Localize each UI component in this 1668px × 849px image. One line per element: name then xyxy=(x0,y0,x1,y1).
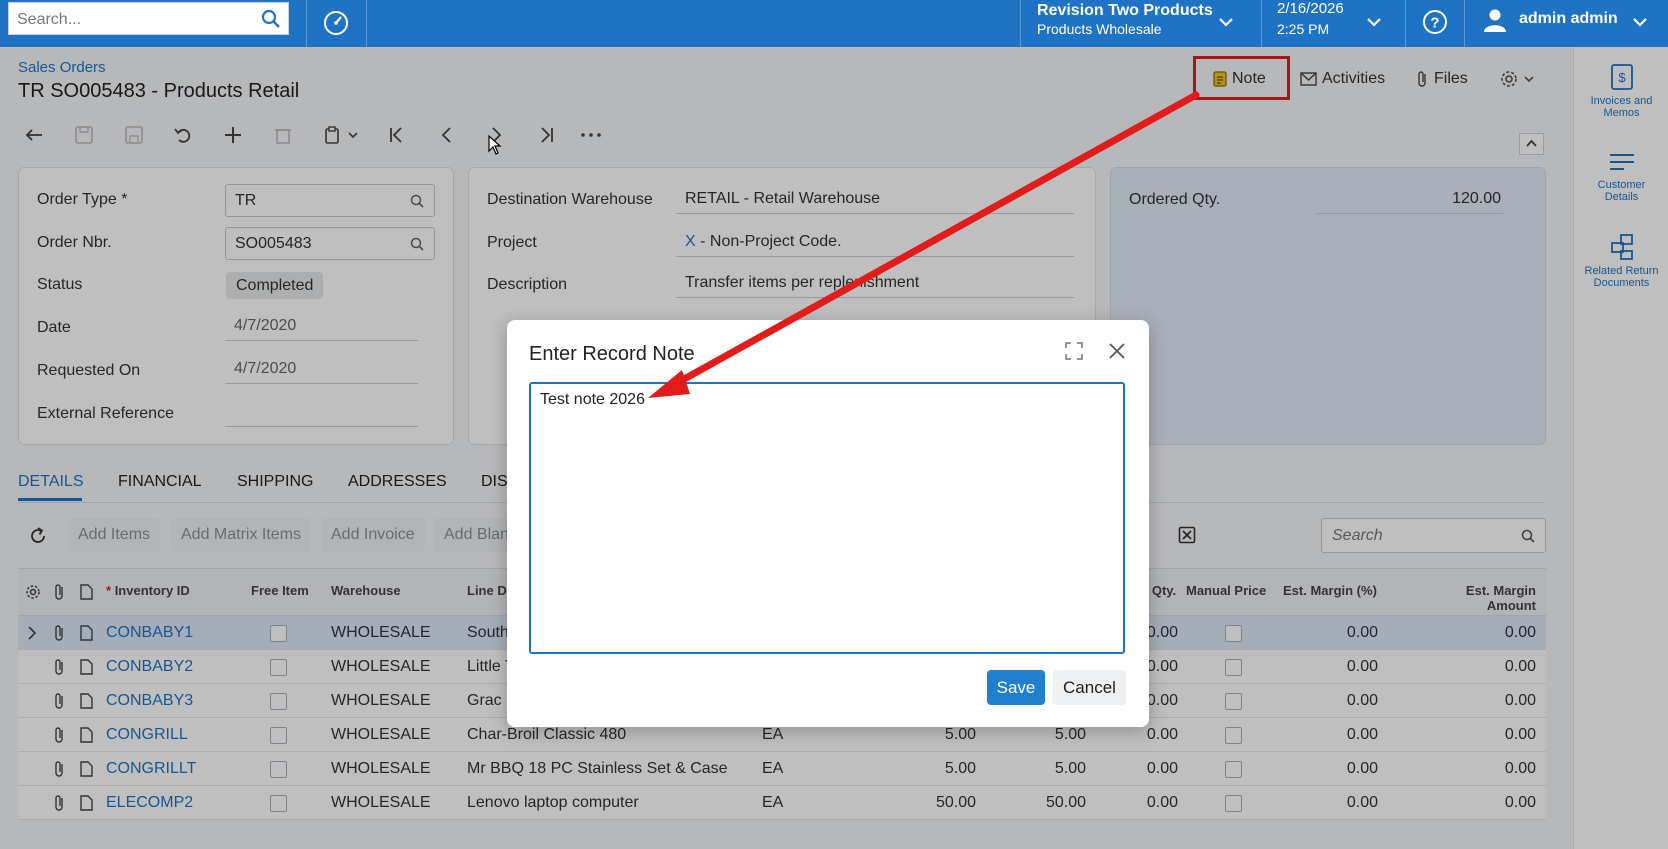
branch-name: Products Wholesale xyxy=(1037,21,1162,37)
dialog-title: Enter Record Note xyxy=(529,343,695,365)
user-icon xyxy=(1482,7,1508,33)
svg-text:?: ? xyxy=(1430,15,1439,32)
global-search-input[interactable]: Search... xyxy=(8,2,289,35)
chevron-down-icon xyxy=(1366,14,1382,30)
topbar-divider xyxy=(1261,0,1262,47)
maximize-icon[interactable] xyxy=(1065,342,1083,360)
mouse-cursor-icon xyxy=(488,135,502,155)
enter-record-note-dialog: Enter Record Note Test note 2026 Save Ca… xyxy=(507,320,1149,727)
topbar-divider xyxy=(306,0,307,47)
tenant-name: Revision Two Products xyxy=(1037,2,1213,19)
cancel-button[interactable]: Cancel xyxy=(1053,670,1126,705)
save-button[interactable]: Save xyxy=(987,670,1045,705)
topbar-divider xyxy=(1020,0,1021,47)
note-textarea[interactable]: Test note 2026 xyxy=(529,382,1125,654)
close-icon[interactable] xyxy=(1108,342,1126,360)
user-name: admin admin xyxy=(1519,10,1618,27)
global-search-placeholder: Search... xyxy=(17,11,82,28)
chevron-down-icon xyxy=(1632,14,1648,30)
business-time: 2:25 PM xyxy=(1277,21,1330,37)
chevron-down-icon xyxy=(1218,14,1234,30)
topbar-divider xyxy=(1464,0,1465,47)
business-date: 2/16/2026 xyxy=(1277,0,1344,17)
top-bar: Search... Revision Two Products Products… xyxy=(0,0,1668,47)
search-icon[interactable] xyxy=(261,9,281,29)
topbar-divider xyxy=(1405,0,1406,47)
topbar-divider xyxy=(366,0,367,47)
